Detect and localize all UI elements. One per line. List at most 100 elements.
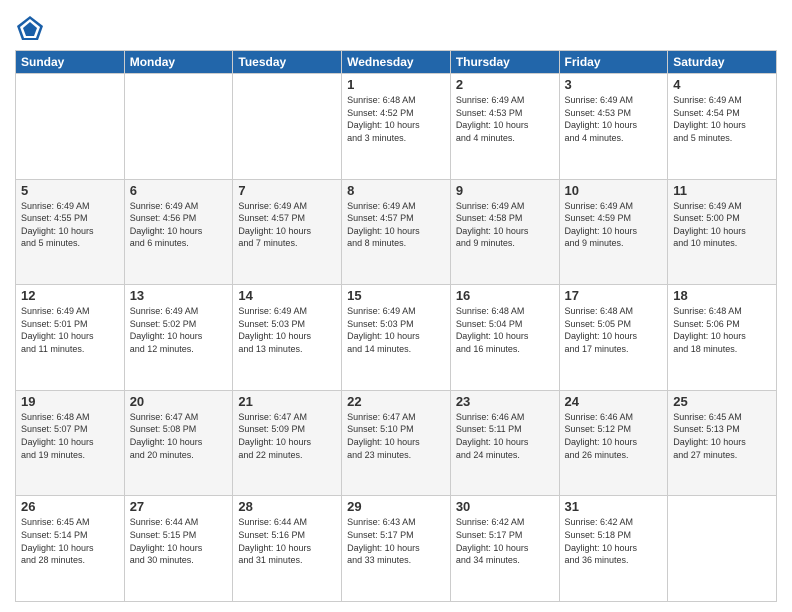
day-number: 12 [21,288,119,303]
calendar-cell: 5Sunrise: 6:49 AM Sunset: 4:55 PM Daylig… [16,179,125,285]
day-info: Sunrise: 6:49 AM Sunset: 4:56 PM Dayligh… [130,200,228,250]
calendar-cell: 2 Sunrise: 6:49 AM Sunset: 4:53 PM Daylig… [450,74,559,180]
week-row-3: 12 Sunrise: 6:49 AM Sunset: 5:01 PM Dayli… [16,285,777,391]
day-number: 23 [456,394,554,409]
day-number: 5 [21,183,119,198]
calendar-cell: 19 Sunrise: 6:48 AM Sunset: 5:07 PM Dayli… [16,390,125,496]
day-info: Sunrise: 6:44 AM Sunset: 5:16 PM Dayligh… [238,516,336,566]
page: SundayMondayTuesdayWednesdayThursdayFrid… [0,0,792,612]
day-number: 1 [347,77,445,92]
day-info: Sunrise: 6:49 AM Sunset: 5:02 PM Dayligh… [130,305,228,355]
logo [15,14,49,44]
day-number: 22 [347,394,445,409]
day-number: 14 [238,288,336,303]
day-number: 2 [456,77,554,92]
calendar-cell [233,74,342,180]
day-info: Sunrise: 6:47 AM Sunset: 5:10 PM Dayligh… [347,411,445,461]
calendar-cell: 30Sunrise: 6:42 AM Sunset: 5:17 PM Dayli… [450,496,559,602]
calendar-cell: 21 Sunrise: 6:47 AM Sunset: 5:09 PM Dayli… [233,390,342,496]
calendar-cell: 9 Sunrise: 6:49 AM Sunset: 4:58 PM Daylig… [450,179,559,285]
day-info: Sunrise: 6:48 AM Sunset: 5:04 PM Dayligh… [456,305,554,355]
day-info: Sunrise: 6:46 AM Sunset: 5:11 PM Dayligh… [456,411,554,461]
day-number: 31 [565,499,663,514]
day-number: 29 [347,499,445,514]
header [15,10,777,44]
day-number: 21 [238,394,336,409]
day-number: 24 [565,394,663,409]
day-info: Sunrise: 6:42 AM Sunset: 5:17 PM Dayligh… [456,516,554,566]
calendar-cell: 20 Sunrise: 6:47 AM Sunset: 5:08 PM Dayli… [124,390,233,496]
day-info: Sunrise: 6:49 AM Sunset: 4:57 PM Dayligh… [238,200,336,250]
day-number: 8 [347,183,445,198]
week-row-2: 5Sunrise: 6:49 AM Sunset: 4:55 PM Daylig… [16,179,777,285]
day-number: 26 [21,499,119,514]
day-info: Sunrise: 6:49 AM Sunset: 4:58 PM Dayligh… [456,200,554,250]
day-number: 17 [565,288,663,303]
header-cell-thursday: Thursday [450,51,559,74]
day-number: 4 [673,77,771,92]
calendar-cell: 23 Sunrise: 6:46 AM Sunset: 5:11 PM Dayli… [450,390,559,496]
day-info: Sunrise: 6:49 AM Sunset: 4:59 PM Dayligh… [565,200,663,250]
day-info: Sunrise: 6:48 AM Sunset: 5:05 PM Dayligh… [565,305,663,355]
day-info: Sunrise: 6:49 AM Sunset: 5:00 PM Dayligh… [673,200,771,250]
calendar-cell: 15 Sunrise: 6:49 AM Sunset: 5:03 PM Dayli… [342,285,451,391]
day-number: 7 [238,183,336,198]
day-info: Sunrise: 6:49 AM Sunset: 4:53 PM Dayligh… [456,94,554,144]
day-info: Sunrise: 6:43 AM Sunset: 5:17 PM Dayligh… [347,516,445,566]
header-cell-friday: Friday [559,51,668,74]
calendar-cell: 6Sunrise: 6:49 AM Sunset: 4:56 PM Daylig… [124,179,233,285]
calendar-table: SundayMondayTuesdayWednesdayThursdayFrid… [15,50,777,602]
header-cell-wednesday: Wednesday [342,51,451,74]
calendar-cell [16,74,125,180]
day-info: Sunrise: 6:49 AM Sunset: 4:53 PM Dayligh… [565,94,663,144]
day-info: Sunrise: 6:45 AM Sunset: 5:14 PM Dayligh… [21,516,119,566]
calendar-cell: 7 Sunrise: 6:49 AM Sunset: 4:57 PM Daylig… [233,179,342,285]
calendar-cell: 31 Sunrise: 6:42 AM Sunset: 5:18 PM Dayli… [559,496,668,602]
day-info: Sunrise: 6:44 AM Sunset: 5:15 PM Dayligh… [130,516,228,566]
calendar-cell: 10 Sunrise: 6:49 AM Sunset: 4:59 PM Dayli… [559,179,668,285]
calendar-cell: 24 Sunrise: 6:46 AM Sunset: 5:12 PM Dayli… [559,390,668,496]
day-number: 9 [456,183,554,198]
day-info: Sunrise: 6:49 AM Sunset: 5:01 PM Dayligh… [21,305,119,355]
day-info: Sunrise: 6:45 AM Sunset: 5:13 PM Dayligh… [673,411,771,461]
day-number: 20 [130,394,228,409]
calendar-cell: 28Sunrise: 6:44 AM Sunset: 5:16 PM Dayli… [233,496,342,602]
calendar-cell: 18 Sunrise: 6:48 AM Sunset: 5:06 PM Dayli… [668,285,777,391]
day-number: 18 [673,288,771,303]
week-row-1: 1 Sunrise: 6:48 AM Sunset: 4:52 PM Daylig… [16,74,777,180]
day-info: Sunrise: 6:49 AM Sunset: 5:03 PM Dayligh… [347,305,445,355]
day-number: 10 [565,183,663,198]
calendar-cell: 14Sunrise: 6:49 AM Sunset: 5:03 PM Dayli… [233,285,342,391]
calendar-cell: 22 Sunrise: 6:47 AM Sunset: 5:10 PM Dayli… [342,390,451,496]
day-number: 15 [347,288,445,303]
day-info: Sunrise: 6:49 AM Sunset: 4:57 PM Dayligh… [347,200,445,250]
day-info: Sunrise: 6:47 AM Sunset: 5:08 PM Dayligh… [130,411,228,461]
day-info: Sunrise: 6:47 AM Sunset: 5:09 PM Dayligh… [238,411,336,461]
day-info: Sunrise: 6:48 AM Sunset: 5:06 PM Dayligh… [673,305,771,355]
day-number: 25 [673,394,771,409]
day-number: 11 [673,183,771,198]
day-number: 27 [130,499,228,514]
header-cell-monday: Monday [124,51,233,74]
header-row: SundayMondayTuesdayWednesdayThursdayFrid… [16,51,777,74]
header-cell-sunday: Sunday [16,51,125,74]
day-number: 19 [21,394,119,409]
calendar-cell: 12 Sunrise: 6:49 AM Sunset: 5:01 PM Dayli… [16,285,125,391]
header-cell-tuesday: Tuesday [233,51,342,74]
day-number: 13 [130,288,228,303]
week-row-5: 26 Sunrise: 6:45 AM Sunset: 5:14 PM Dayli… [16,496,777,602]
calendar-cell: 17 Sunrise: 6:48 AM Sunset: 5:05 PM Dayli… [559,285,668,391]
calendar-cell: 27 Sunrise: 6:44 AM Sunset: 5:15 PM Dayli… [124,496,233,602]
calendar-cell [124,74,233,180]
header-cell-saturday: Saturday [668,51,777,74]
calendar-cell: 25 Sunrise: 6:45 AM Sunset: 5:13 PM Dayli… [668,390,777,496]
week-row-4: 19 Sunrise: 6:48 AM Sunset: 5:07 PM Dayli… [16,390,777,496]
day-info: Sunrise: 6:42 AM Sunset: 5:18 PM Dayligh… [565,516,663,566]
calendar-cell: 26 Sunrise: 6:45 AM Sunset: 5:14 PM Dayli… [16,496,125,602]
day-info: Sunrise: 6:48 AM Sunset: 4:52 PM Dayligh… [347,94,445,144]
calendar-cell: 3Sunrise: 6:49 AM Sunset: 4:53 PM Daylig… [559,74,668,180]
calendar-cell [668,496,777,602]
day-info: Sunrise: 6:48 AM Sunset: 5:07 PM Dayligh… [21,411,119,461]
day-info: Sunrise: 6:46 AM Sunset: 5:12 PM Dayligh… [565,411,663,461]
calendar-cell: 1 Sunrise: 6:48 AM Sunset: 4:52 PM Daylig… [342,74,451,180]
